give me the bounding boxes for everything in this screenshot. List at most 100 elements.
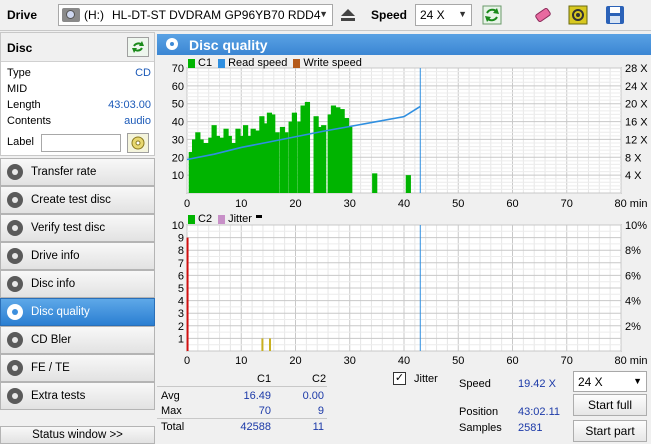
- save-button[interactable]: [603, 3, 627, 27]
- y-tick-label: 20: [172, 152, 184, 164]
- y-right-tick-label: 24 X: [625, 81, 648, 93]
- stats-max-c1: 70: [258, 405, 271, 417]
- disc-icon: [131, 136, 145, 150]
- refresh-icon: [132, 41, 144, 53]
- disc-label-apply-button[interactable]: [127, 133, 149, 153]
- drive-letter: (H:): [84, 8, 104, 22]
- jitter-checkbox[interactable]: ✓: [393, 372, 406, 385]
- legend-write-speed: Write speed: [303, 57, 362, 69]
- disc-panel-header: Disc: [1, 33, 154, 62]
- disc-mid-key: MID: [7, 83, 28, 95]
- c2-legend: C2 Jitter: [188, 213, 262, 225]
- chevron-down-icon: ▼: [458, 9, 467, 19]
- disc-contents-value: audio: [124, 115, 151, 127]
- disc-panel-title: Disc: [7, 41, 33, 55]
- divider: [157, 418, 327, 419]
- nav-drive-info[interactable]: Drive info: [0, 242, 155, 270]
- c1-bar: [372, 173, 378, 193]
- y-tick-label: 9: [178, 233, 184, 245]
- legend-marker: [255, 214, 262, 218]
- c1-legend: C1 Read speed Write speed: [188, 57, 362, 69]
- nav-label: Verify test disc: [31, 222, 106, 234]
- disc-contents-row: Contents audio: [7, 115, 151, 132]
- status-window-button[interactable]: Status window >>: [0, 426, 155, 444]
- chevron-down-icon: ▼: [633, 376, 642, 386]
- y-tick-label: 30: [172, 134, 184, 146]
- refresh-speed-button[interactable]: [480, 3, 504, 27]
- nav-label: Drive info: [31, 250, 80, 262]
- y-axis-left-ticks: 70 60 50 40 30 20 10: [172, 63, 184, 182]
- nav-fe-te[interactable]: FE / TE: [0, 354, 155, 382]
- eraser-icon: [535, 7, 551, 23]
- transfer-rate-icon: [7, 164, 23, 180]
- x-tick-label: 60: [506, 198, 518, 210]
- stats-total-c2: 11: [312, 421, 324, 433]
- drive-icon: [62, 8, 80, 22]
- x-tick-label: 0: [184, 355, 190, 365]
- nav-create-test-disc[interactable]: Create test disc: [0, 186, 155, 214]
- c1-swatch: [188, 58, 195, 68]
- y-right-tick-label: 12 X: [625, 134, 648, 146]
- floppy-icon: [606, 6, 624, 24]
- y-axis-right-ticks: 28 X 24 X 20 X 16 X 12 X 8 X 4 X: [625, 63, 648, 182]
- status-window-label: Status window >>: [32, 429, 123, 441]
- y-tick-label: 8: [178, 245, 184, 257]
- y-tick-label: 10: [172, 170, 184, 182]
- read-speed-swatch: [218, 58, 226, 68]
- disc-label-input[interactable]: [41, 134, 121, 152]
- samples-label: Samples: [459, 422, 502, 434]
- divider: [157, 386, 327, 387]
- nav-disc-info[interactable]: Disc info: [0, 270, 155, 298]
- disc-length-key: Length: [7, 99, 41, 111]
- write-speed-swatch: [293, 58, 301, 68]
- x-tick-label: 70: [561, 355, 573, 365]
- x-tick-label: 10: [235, 198, 247, 210]
- eject-button[interactable]: [336, 3, 360, 27]
- y-right-tick-label: 4%: [625, 296, 641, 308]
- y-right-tick-label: 8 X: [625, 152, 642, 164]
- nav-transfer-rate[interactable]: Transfer rate: [0, 158, 155, 186]
- nav-label: Disc info: [31, 278, 76, 290]
- disc-label-row: Label: [7, 133, 151, 154]
- nav-verify-test-disc[interactable]: Verify test disc: [0, 214, 155, 242]
- c2-bar: [261, 338, 264, 351]
- erase-button[interactable]: [531, 3, 555, 27]
- x-tick-label: 80 min: [614, 198, 647, 210]
- nav-disc-quality[interactable]: Disc quality: [0, 298, 155, 326]
- nav-extra-tests[interactable]: Extra tests: [0, 382, 155, 410]
- legend-c2: C2: [198, 213, 213, 225]
- speed-label: Speed: [371, 8, 408, 22]
- y-right-tick-label: 28 X: [625, 63, 648, 75]
- drive-label: Drive: [7, 8, 38, 22]
- speed-stat-label: Speed: [459, 378, 491, 390]
- gear-icon: [568, 5, 588, 25]
- legend-read-speed: Read speed: [228, 57, 288, 69]
- y-axis-right-ticks: 10% 8% 6% 4% 2%: [625, 220, 647, 333]
- disc-length-row: Length 43:03.00: [7, 99, 151, 116]
- speed-select[interactable]: 24 X ▼: [415, 4, 472, 26]
- cd-bler-icon: [7, 332, 23, 348]
- stats-max-label: Max: [161, 405, 182, 417]
- start-part-label: Start part: [585, 424, 635, 438]
- x-tick-label: 40: [398, 198, 410, 210]
- start-part-button[interactable]: Start part: [573, 420, 647, 442]
- stats-col-c2: C2: [312, 373, 327, 385]
- y-tick-label: 7: [178, 258, 184, 270]
- jitter-checkbox-label: Jitter: [414, 373, 438, 385]
- drive-select[interactable]: (H:) HL-DT-ST DVDRAM GP96YB70 RDD4 ▼: [58, 4, 333, 26]
- nav-cd-bler[interactable]: CD Bler: [0, 326, 155, 354]
- disc-refresh-button[interactable]: [127, 37, 149, 57]
- y-tick-label: 6: [178, 270, 184, 282]
- stats-total-label: Total: [161, 421, 185, 433]
- c2-jitter-chart: 10987654321 10%8%6%4%2% 0 10 20 30 40 50 60 70 8…: [172, 220, 648, 365]
- options-button[interactable]: [566, 3, 590, 27]
- start-full-button[interactable]: Start full: [573, 394, 647, 416]
- y-right-tick-label: 4 X: [625, 170, 642, 182]
- x-axis-ticks: 0 10 20 30 40 50 60 70 80 min: [184, 198, 648, 210]
- legend-jitter: Jitter: [228, 213, 252, 225]
- test-speed-select[interactable]: 24 X ▼: [573, 371, 647, 392]
- test-speed-value: 24 X: [578, 375, 603, 389]
- x-tick-label: 60: [506, 355, 518, 365]
- c1-bar: [283, 132, 289, 193]
- stats-avg-label: Avg: [161, 390, 180, 402]
